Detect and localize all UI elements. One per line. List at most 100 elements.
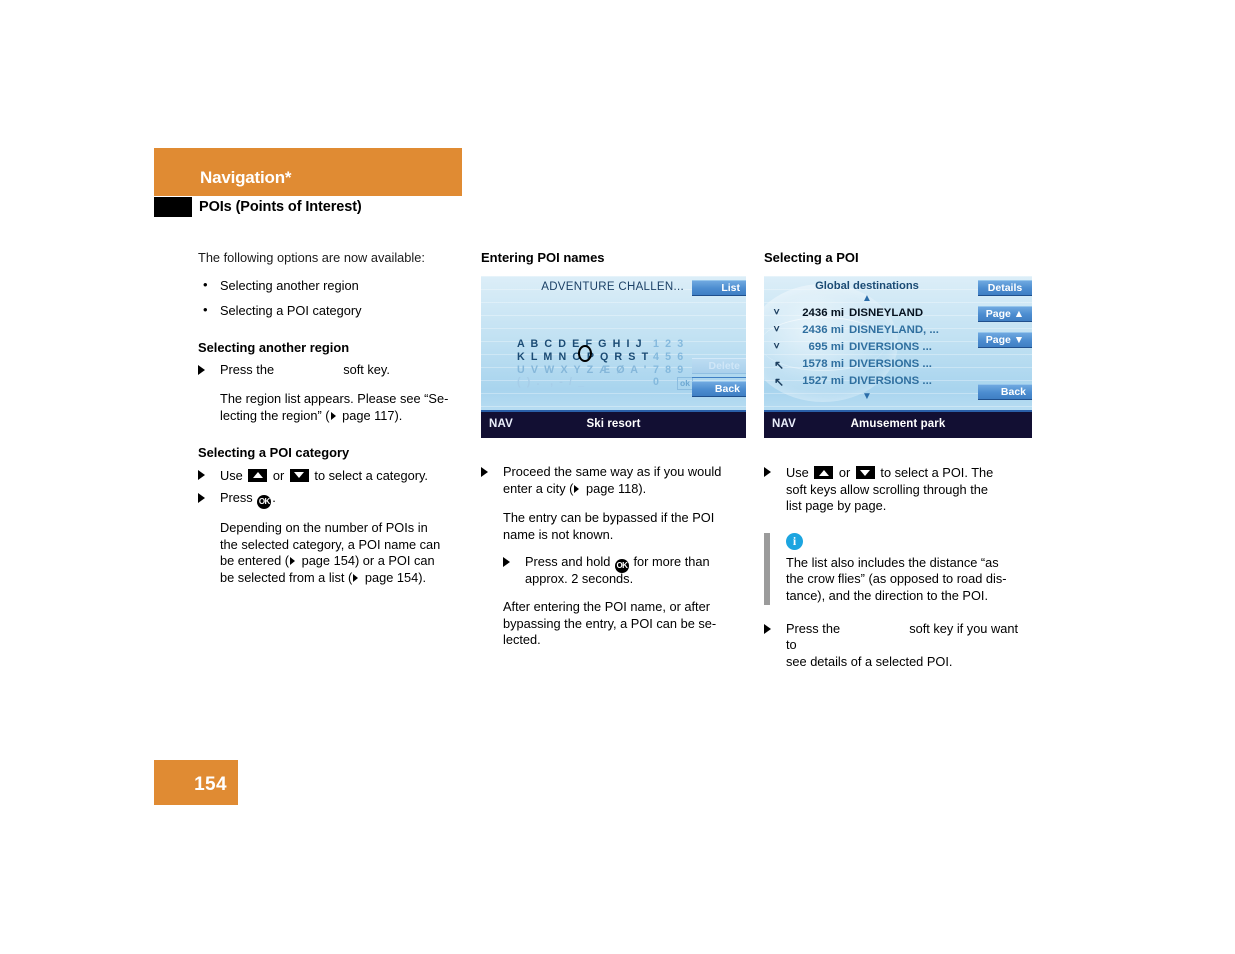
note-accent-bar [764, 532, 770, 605]
scroll-down-arrow-icon[interactable]: ▼ [764, 392, 970, 402]
list-item[interactable]: ⱽ 695 mi DIVERSIONS ... [774, 341, 970, 354]
softkey-details[interactable]: Details [978, 280, 1032, 296]
page-ref-icon [574, 484, 580, 493]
step-use-mid: or [272, 467, 285, 483]
bypass-note: The entry can be bypassed if the POI nam… [481, 510, 746, 543]
step-press-text: Press [220, 490, 253, 506]
chapter-band: Navigation* [154, 148, 462, 196]
poi-name: DISNEYLAND, ... [849, 324, 939, 336]
direction-arrow-icon: ↖ [774, 358, 785, 372]
softkey-list[interactable]: List [692, 280, 746, 296]
step-proceed-same-way: Proceed the same way as if you would ent… [481, 464, 746, 497]
category-note-line3-post: page 154) or a POI can [298, 553, 435, 569]
page-ref-icon [353, 573, 359, 582]
section-tab-marker [154, 197, 192, 217]
down-arrow-key-icon [855, 466, 875, 479]
details-pre: Press the [786, 620, 841, 636]
up-arrow-key-icon [814, 466, 834, 479]
nav-current-category: Amusement park [850, 418, 946, 430]
column-middle: Entering POI names ADVENTURE CHALLEN... … [481, 250, 746, 649]
step-press-ok: Press OK. [198, 490, 463, 510]
poi-distance: 1578 mi [802, 358, 844, 370]
category-note-line4-post: page 154). [361, 569, 427, 585]
ok-key-icon: OK [257, 495, 272, 510]
direction-arrow-icon: ⱽ [774, 341, 780, 355]
page-number-box: 154 [154, 760, 238, 805]
poi-distance: 2436 mi [802, 307, 844, 319]
info-note: i The list also includes the distance “a… [764, 532, 1032, 605]
softkey-back[interactable]: Back [692, 381, 746, 397]
poi-distance: 1527 mi [802, 375, 844, 387]
scroll-up-arrow-icon[interactable]: ▲ [764, 294, 970, 304]
use-post: to select a POI. The [880, 465, 994, 480]
use-line2: soft keys allow scrolling through the [786, 481, 989, 497]
category-note-line3-pre: be entered ( [220, 553, 290, 569]
step-triangle-icon [764, 623, 771, 634]
page-ref-icon [290, 557, 296, 566]
softkey-back[interactable]: Back [978, 384, 1032, 400]
numpad-row-4: 0 [653, 376, 661, 389]
step-triangle-icon [503, 557, 510, 568]
category-note-line4-pre: be selected from a list ( [220, 569, 353, 585]
poi-list-title: Global destinations [815, 280, 919, 292]
direction-arrow-icon: ↖ [774, 375, 785, 389]
softkey-delete[interactable]: Delete [692, 358, 746, 374]
page-title: POIs (Points of Interest) [199, 199, 362, 215]
softkey-page-down[interactable]: Page ▼ [978, 332, 1032, 348]
note-line1: The list also includes the distance “as [786, 554, 999, 570]
note-text: The list also includes the distance “as … [786, 555, 1032, 605]
list-item[interactable]: ↖ 1527 mi DIVERSIONS ... [774, 375, 970, 388]
press-hold-post: for more than [633, 554, 710, 570]
details-line2: see details of a selected POI. [786, 653, 953, 669]
direction-arrow-icon: ⱽ [774, 307, 780, 321]
list-item[interactable]: ↖ 1578 mi DIVERSIONS ... [774, 358, 970, 371]
list-item: Selecting a POI category [198, 302, 463, 320]
nav-current-category: Ski resort [586, 418, 641, 430]
use-pre: Use [786, 465, 809, 480]
softkey-page-up[interactable]: Page ▲ [978, 306, 1032, 322]
options-bullet-list: Selecting another region Selecting a POI… [198, 277, 463, 320]
list-item[interactable]: ⱽ 2436 mi DISNEYLAND [774, 307, 970, 320]
info-icon: i [786, 532, 803, 550]
bypass-note-line2: name is not known. [503, 526, 614, 542]
step-proceed-line2-post: page 118). [582, 480, 647, 496]
poi-distance: 695 mi [808, 341, 844, 353]
page-ref-icon [330, 411, 336, 420]
step-triangle-icon [481, 467, 488, 477]
nav-screen-body: Global destinations ▲ ⱽ 2436 mi DISNEYLAN… [764, 276, 1032, 412]
heading-selecting-a-poi: Selecting a POI [764, 250, 859, 265]
region-note-line1: The region list appears. Please see “Se- [220, 391, 449, 407]
intro-text: The following options are now available: [198, 250, 425, 265]
step-press-and-hold: Press and hold OK for more than approx. … [481, 554, 746, 588]
nav-status-bar: NAV Ski resort [481, 410, 746, 438]
step-proceed-line2-pre: enter a city ( [503, 480, 574, 496]
after-note-line2: bypassing the entry, a POI can be se- [503, 615, 717, 631]
step-triangle-icon [198, 364, 205, 375]
page-number: 154 [194, 774, 227, 795]
step-use-arrows-select-poi: Use or to select a POI. The soft keys al… [764, 464, 1032, 515]
after-entering-note: After entering the POI name, or after by… [481, 599, 746, 649]
step-press-soft-key: Press the soft key. [198, 362, 463, 379]
step-use-arrows: Use or to select a category. [198, 467, 463, 485]
note-line3: tance), and the direction to the POI. [786, 587, 989, 603]
after-note-line1: After entering the POI name, or after [503, 598, 710, 614]
note-line2: the crow flies” (as opposed to road dis- [786, 571, 1007, 587]
direction-arrow-icon: ⱽ [774, 324, 780, 338]
list-item[interactable]: ⱽ 2436 mi DISNEYLAND, ... [774, 324, 970, 337]
chapter-title: Navigation* [200, 168, 292, 187]
softkey-divider [692, 377, 746, 378]
press-hold-line2: approx. 2 seconds. [525, 571, 634, 587]
numpad-row-1: 1 2 3 [653, 338, 685, 350]
step-text-post: soft key. [343, 361, 390, 377]
poi-category-note: Depending on the number of POIs in the s… [198, 520, 463, 586]
press-hold-pre: Press and hold [525, 554, 611, 570]
poi-name: DIVERSIONS ... [849, 341, 932, 353]
column-right: Selecting a POI Global destinations ▲ ⱽ … [764, 250, 1032, 672]
charset-row-3: U V W X Y Z Æ Ø A ' [517, 363, 648, 376]
header-divider [154, 196, 462, 197]
poi-distance: 2436 mi [802, 324, 844, 336]
heading-entering-poi-names: Entering POI names [481, 250, 605, 265]
numpad-row-3: 7 8 9 [653, 363, 685, 376]
step-triangle-icon [764, 467, 771, 477]
step-text-pre: Press the [220, 361, 275, 377]
